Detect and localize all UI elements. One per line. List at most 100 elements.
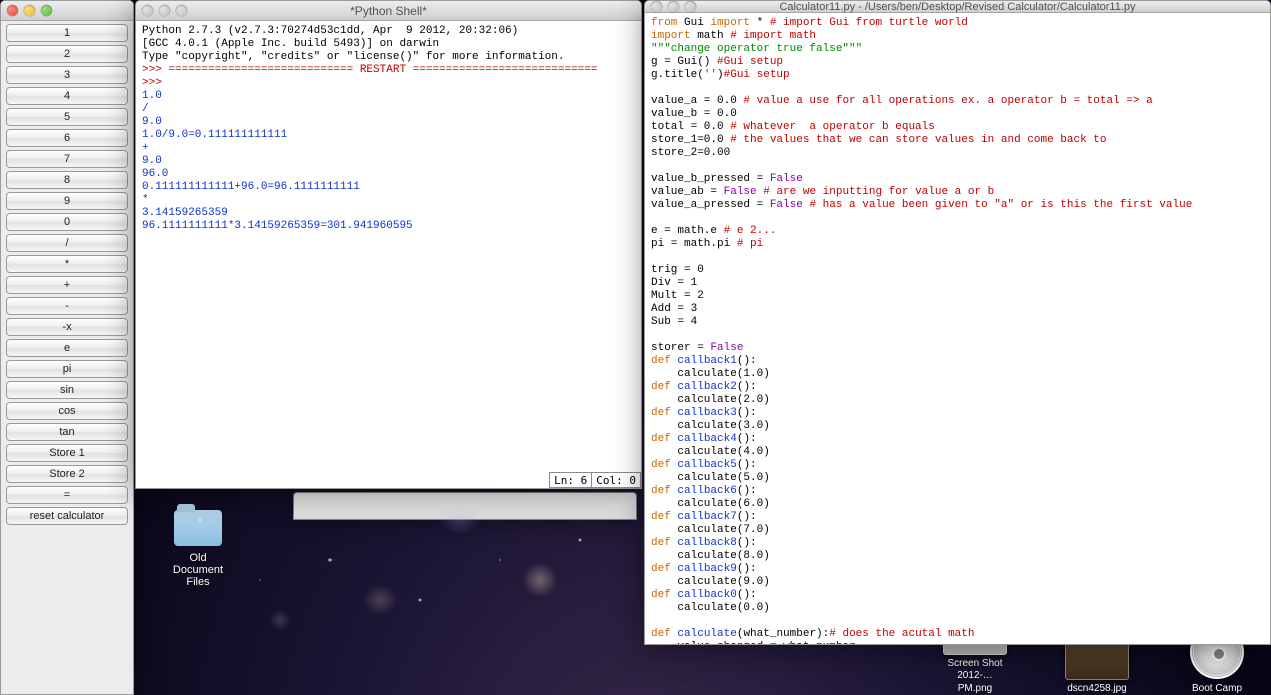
- calc-button-store2[interactable]: Store 2: [6, 465, 128, 483]
- calc-button-2[interactable]: 2: [6, 45, 128, 63]
- code-line: [651, 212, 1264, 225]
- code-line: Div = 1: [651, 277, 1264, 290]
- titlebar[interactable]: Calculator11.py - /Users/ben/Desktop/Rev…: [645, 1, 1270, 13]
- calc-button-[interactable]: /: [6, 234, 128, 252]
- code-line: calculate(7.0): [651, 524, 1264, 537]
- shell-line: 0.111111111111+96.0=96.1111111111: [142, 181, 635, 194]
- code-line: def callback2():: [651, 381, 1264, 394]
- shell-line: Type "copyright", "credits" or "license(…: [142, 51, 635, 64]
- close-icon[interactable]: [651, 1, 662, 12]
- image-thumb-icon: [943, 605, 1007, 655]
- shell-line: >>>: [142, 77, 635, 90]
- calc-button-8[interactable]: 8: [6, 171, 128, 189]
- minimize-icon[interactable]: [159, 5, 170, 16]
- code-line: calculate(9.0): [651, 576, 1264, 589]
- titlebar[interactable]: [1, 1, 133, 21]
- code-line: import math # import math: [651, 30, 1264, 43]
- calc-button-4[interactable]: 4: [6, 87, 128, 105]
- code-line: def callback0():: [651, 589, 1264, 602]
- code-line: def callback8():: [651, 537, 1264, 550]
- code-line: total = 0.0 # whatever a operator b equa…: [651, 121, 1264, 134]
- calc-button-sin[interactable]: sin: [6, 381, 128, 399]
- calc-button-x[interactable]: -x: [6, 318, 128, 336]
- close-icon[interactable]: [7, 5, 18, 16]
- dock-item[interactable]: Screen Shot 2012-…PM.png: [940, 605, 1010, 695]
- code-line: calculate(2.0): [651, 394, 1264, 407]
- code-line: calculate(5.0): [651, 472, 1264, 485]
- code-line: """change operator true false""": [651, 43, 1264, 56]
- zoom-icon[interactable]: [176, 5, 187, 16]
- calc-button-9[interactable]: 9: [6, 192, 128, 210]
- calc-button-pi[interactable]: pi: [6, 360, 128, 378]
- calc-button-3[interactable]: 3: [6, 66, 128, 84]
- code-line: storer = False: [651, 342, 1264, 355]
- code-line: value_ab = False # are we inputting for …: [651, 186, 1264, 199]
- code-line: def callback7():: [651, 511, 1264, 524]
- code-line: def callback1():: [651, 355, 1264, 368]
- code-line: value_changed = what_number: [651, 641, 1264, 645]
- code-line: g.title('')#Gui setup: [651, 69, 1264, 82]
- shell-line: 9.0: [142, 155, 635, 168]
- dock-item[interactable]: dscn4258.jpg: [1062, 630, 1132, 695]
- shell-line: 96.0: [142, 168, 635, 181]
- code-line: Add = 3: [651, 303, 1264, 316]
- calc-button-5[interactable]: 5: [6, 108, 128, 126]
- calc-button-0[interactable]: 0: [6, 213, 128, 231]
- folder-icon: [174, 510, 222, 546]
- calc-button-[interactable]: +: [6, 276, 128, 294]
- calc-button-[interactable]: =: [6, 486, 128, 504]
- shell-output: Python 2.7.3 (v2.7.3:70274d53c1dd, Apr 9…: [136, 21, 641, 237]
- editor-content[interactable]: from Gui import * # import Gui from turt…: [645, 13, 1270, 645]
- desktop-bg: Old Document Files Screen Shot 2012-…PM.…: [0, 0, 1271, 695]
- zoom-icon[interactable]: [685, 1, 696, 12]
- close-icon[interactable]: [142, 5, 153, 16]
- code-line: def calculate(what_number):# does the ac…: [651, 628, 1264, 641]
- calc-button-6[interactable]: 6: [6, 129, 128, 147]
- code-line: e = math.e # e 2...: [651, 225, 1264, 238]
- code-line: g = Gui() #Gui setup: [651, 56, 1264, 69]
- minimize-icon[interactable]: [668, 1, 679, 12]
- shell-line: *: [142, 194, 635, 207]
- calc-button-e[interactable]: e: [6, 339, 128, 357]
- code-line: def callback3():: [651, 407, 1264, 420]
- code-line: def callback9():: [651, 563, 1264, 576]
- code-line: Mult = 2: [651, 290, 1264, 303]
- minimize-icon[interactable]: [24, 5, 35, 16]
- calc-button-resetcalculator[interactable]: reset calculator: [6, 507, 128, 525]
- window-title: *Python Shell*: [136, 4, 641, 18]
- calc-button-[interactable]: -: [6, 297, 128, 315]
- editor-source: from Gui import * # import Gui from turt…: [645, 13, 1270, 645]
- shell-line: 1.0: [142, 90, 635, 103]
- dock-label: Boot Camp: [1182, 683, 1252, 695]
- code-line: def callback5():: [651, 459, 1264, 472]
- code-line: store_2=0.00: [651, 147, 1264, 160]
- code-line: value_b_pressed = False: [651, 173, 1264, 186]
- image-thumb-icon: [1065, 630, 1129, 680]
- code-line: [651, 82, 1264, 95]
- shell-content[interactable]: Python 2.7.3 (v2.7.3:70274d53c1dd, Apr 9…: [136, 21, 641, 488]
- code-line: calculate(8.0): [651, 550, 1264, 563]
- shell-line: Python 2.7.3 (v2.7.3:70274d53c1dd, Apr 9…: [142, 25, 635, 38]
- shell-line: [GCC 4.0.1 (Apple Inc. build 5493)] on d…: [142, 38, 635, 51]
- calc-button-7[interactable]: 7: [6, 150, 128, 168]
- dvd-icon: [1190, 625, 1244, 679]
- zoom-icon[interactable]: [41, 5, 52, 16]
- shell-line: 96.1111111111*3.14159265359=301.94196059…: [142, 220, 635, 233]
- code-line: from Gui import * # import Gui from turt…: [651, 17, 1264, 30]
- python-shell-window: *Python Shell* Python 2.7.3 (v2.7.3:7027…: [135, 0, 642, 489]
- titlebar[interactable]: *Python Shell*: [136, 1, 641, 21]
- code-line: calculate(3.0): [651, 420, 1264, 433]
- calc-button-cos[interactable]: cos: [6, 402, 128, 420]
- calc-button-1[interactable]: 1: [6, 24, 128, 42]
- window-title: Calculator11.py - /Users/ben/Desktop/Rev…: [645, 1, 1270, 13]
- calc-button-tan[interactable]: tan: [6, 423, 128, 441]
- code-line: def callback6():: [651, 485, 1264, 498]
- calc-button-store1[interactable]: Store 1: [6, 444, 128, 462]
- dock-item[interactable]: Boot Camp: [1182, 625, 1252, 695]
- code-line: [651, 251, 1264, 264]
- calc-button-[interactable]: *: [6, 255, 128, 273]
- desktop-folder[interactable]: Old Document Files: [168, 510, 228, 588]
- shell-line: 1.0/9.0=0.111111111111: [142, 129, 635, 142]
- code-line: trig = 0: [651, 264, 1264, 277]
- code-line: Sub = 4: [651, 316, 1264, 329]
